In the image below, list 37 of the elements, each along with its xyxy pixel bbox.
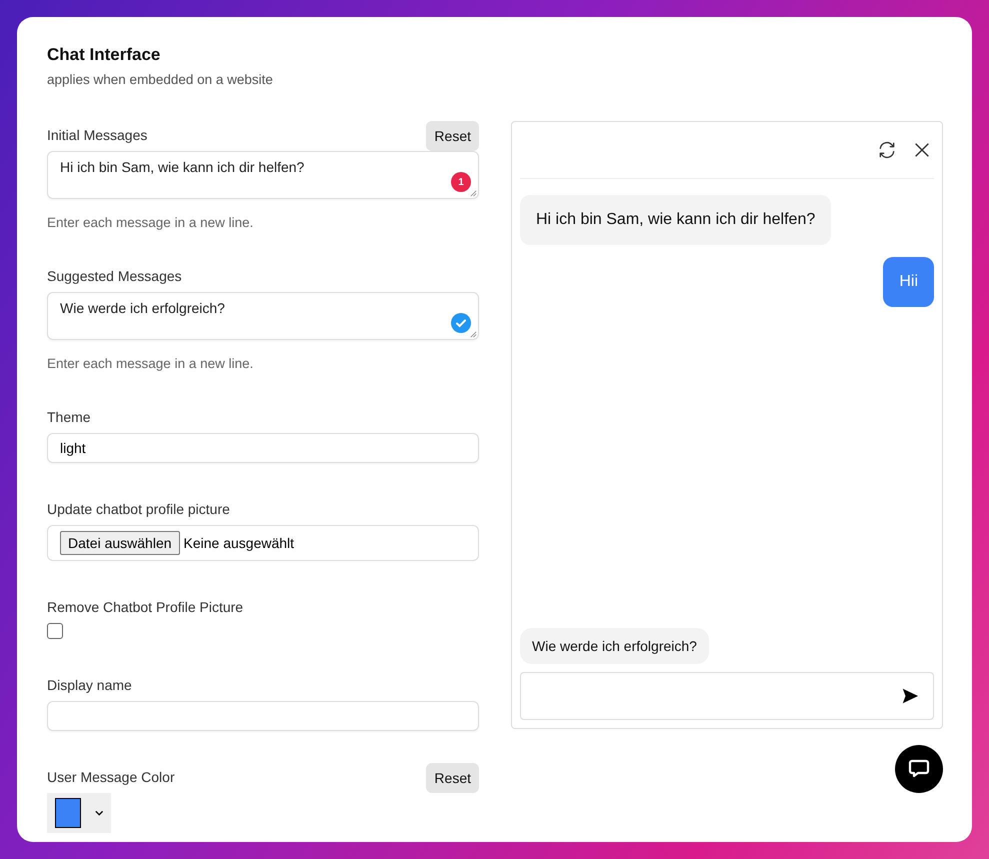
field-label: User Message Color xyxy=(47,769,175,785)
text-field[interactable] xyxy=(47,701,479,731)
file-status: Keine ausgewählt xyxy=(184,535,294,551)
checkbox[interactable] xyxy=(47,623,63,639)
file-picker[interactable]: Datei auswählen Keine ausgewählt xyxy=(47,525,479,561)
text-field[interactable]: light xyxy=(47,433,479,463)
field-label: Display name xyxy=(47,677,132,693)
field-hint: Enter each message in a new line. xyxy=(47,356,254,371)
message-textarea[interactable]: Wie werde ich erfolgreich? xyxy=(47,292,479,340)
send-icon[interactable] xyxy=(901,687,919,705)
message-textarea[interactable]: Hi ich bin Sam, wie kann ich dir helfen? 1 xyxy=(47,151,479,199)
field-hint: Enter each message in a new line. xyxy=(47,215,254,230)
field-label: Remove Chatbot Profile Picture xyxy=(47,599,244,615)
chat-input-field[interactable] xyxy=(520,672,934,720)
page-title: Chat Interface xyxy=(47,45,162,65)
reset-button[interactable]: Reset xyxy=(426,121,479,151)
chevron-down-icon xyxy=(94,810,103,816)
resize-grip-icon[interactable] xyxy=(470,190,477,197)
textarea-value: Wie werde ich erfolgreich? xyxy=(60,300,225,316)
field-label: Theme xyxy=(47,409,91,425)
textarea-value: Hi ich bin Sam, wie kann ich dir helfen? xyxy=(60,159,304,175)
user-message-bubble: Hii xyxy=(883,257,934,307)
field-label: Update chatbot profile picture xyxy=(47,501,230,517)
color-picker[interactable] xyxy=(47,793,111,833)
resize-grip-icon[interactable] xyxy=(470,331,477,338)
chat-launcher-button[interactable] xyxy=(895,745,943,793)
field-label: Suggested Messages xyxy=(47,268,182,284)
bot-message-bubble: Hi ich bin Sam, wie kann ich dir helfen? xyxy=(520,195,832,245)
reset-button[interactable]: Reset xyxy=(426,763,479,793)
refresh-icon[interactable] xyxy=(877,140,897,160)
suggested-message-chip[interactable]: Wie werde ich erfolgreich? xyxy=(520,628,709,664)
close-icon[interactable] xyxy=(913,141,931,159)
error-count-badge[interactable]: 1 xyxy=(451,172,471,192)
choose-file-button[interactable]: Datei auswählen xyxy=(60,531,180,555)
field-label: Initial Messages xyxy=(47,127,148,143)
page-subtitle: applies when embedded on a website xyxy=(47,72,274,87)
check-icon[interactable] xyxy=(451,313,471,333)
